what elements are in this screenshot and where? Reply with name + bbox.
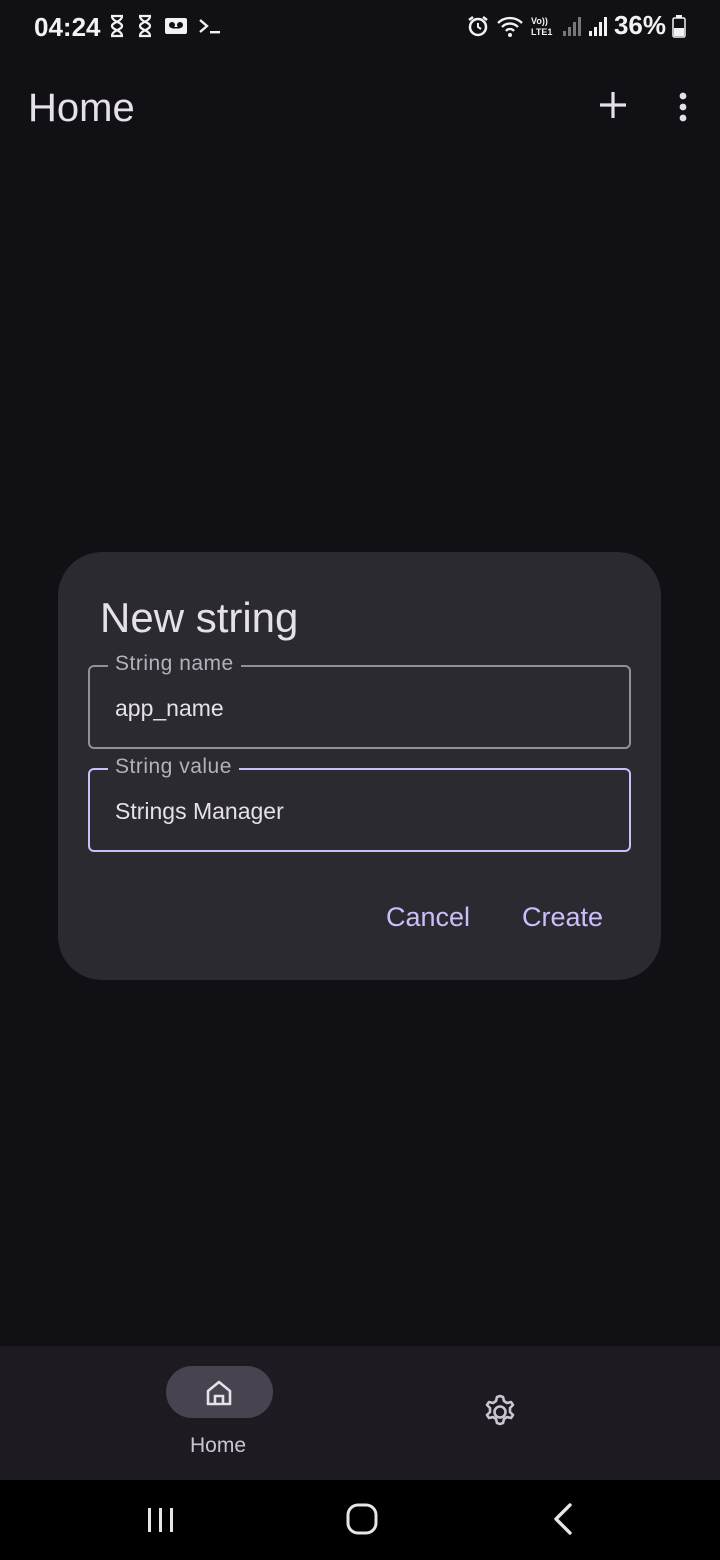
string-value-input[interactable]: Strings Manager — [115, 798, 284, 825]
more-vert-icon[interactable] — [670, 90, 696, 126]
home-icon — [206, 1380, 232, 1406]
dialog-title: New string — [100, 594, 299, 641]
bottom-navigation: Home — [0, 1346, 720, 1480]
string-value-label: String value — [108, 755, 239, 779]
settings-icon[interactable] — [481, 1393, 519, 1431]
recents-icon[interactable] — [146, 1504, 176, 1536]
new-string-dialog: New string String name app_name String v… — [58, 552, 661, 980]
page-title: Home — [28, 86, 135, 130]
string-value-field[interactable]: String value Strings Manager — [88, 755, 631, 852]
terminal-icon — [199, 19, 220, 34]
home-button-icon[interactable] — [345, 1502, 379, 1536]
string-name-label: String name — [108, 652, 241, 676]
status-right-icons: Vo)) LTE1 36% — [466, 10, 686, 41]
add-icon[interactable] — [596, 88, 630, 122]
create-button[interactable]: Create — [522, 902, 603, 933]
svg-text:LTE1: LTE1 — [531, 27, 552, 37]
battery-icon — [672, 14, 686, 38]
status-left-icons — [108, 14, 222, 38]
signal-icon — [588, 16, 607, 36]
voicemail-icon — [165, 18, 187, 34]
nav-home-label: Home — [190, 1434, 247, 1457]
svg-text:Vo)): Vo)) — [531, 16, 548, 26]
wifi-icon — [497, 16, 523, 37]
alarm-icon — [468, 15, 488, 36]
signal-icon — [562, 16, 581, 36]
hourglass-icon — [110, 14, 124, 38]
nav-item-home[interactable] — [166, 1366, 273, 1418]
cancel-button[interactable]: Cancel — [386, 902, 470, 933]
volte-icon: Vo)) LTE1 — [531, 16, 552, 37]
battery-percent: 36% — [613, 10, 666, 40]
status-bar: 04:24 Vo)) LTE1 36% — [0, 0, 720, 54]
system-navigation-bar — [0, 1480, 720, 1560]
string-name-field[interactable]: String name app_name — [88, 652, 631, 749]
string-name-input[interactable]: app_name — [115, 695, 224, 722]
hourglass-icon — [138, 14, 152, 38]
back-icon[interactable] — [550, 1502, 576, 1536]
status-time: 04:24 — [34, 12, 101, 42]
